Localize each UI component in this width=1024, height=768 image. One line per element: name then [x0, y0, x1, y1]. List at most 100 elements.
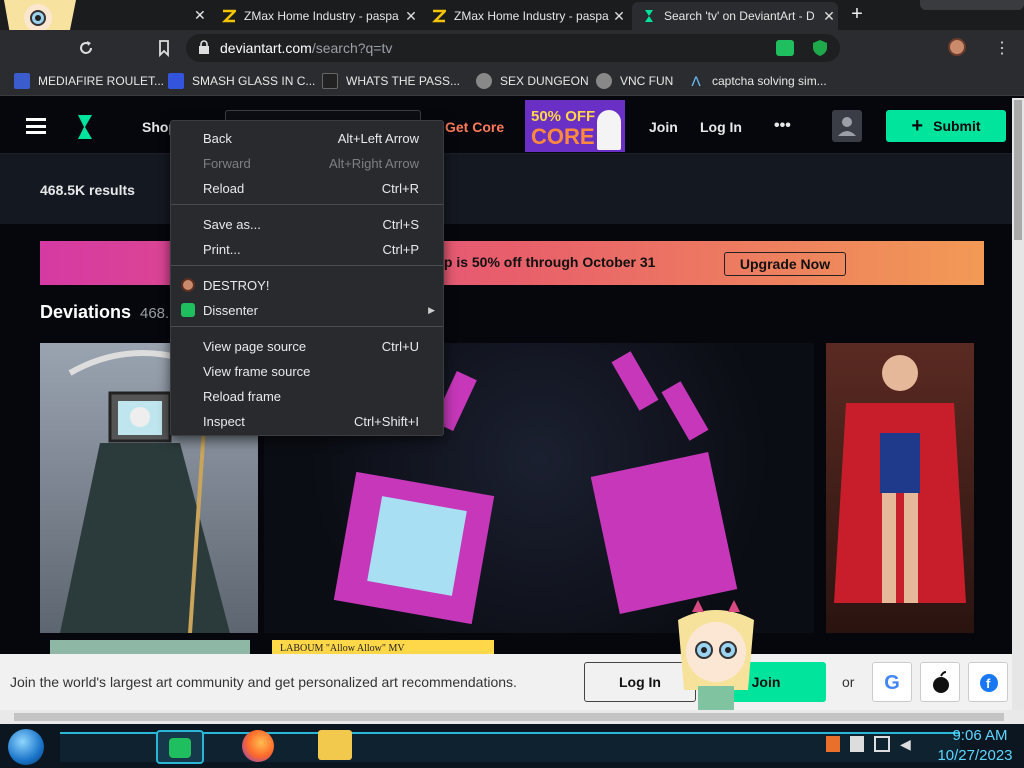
firefox-icon[interactable] [242, 730, 274, 762]
ghost-icon [322, 73, 338, 89]
address-bar[interactable]: deviantart.com /search?q=tv [186, 34, 840, 62]
flag-icon[interactable] [850, 736, 864, 752]
deviantart-logo-icon[interactable] [74, 114, 94, 140]
star-character-sticker [668, 600, 764, 722]
menu-icon[interactable]: ⋮ [994, 38, 1010, 57]
menu-item-save-as[interactable]: Save as... Ctrl+S [171, 212, 443, 236]
network-icon[interactable] [874, 736, 890, 752]
start-button-icon[interactable] [8, 729, 44, 765]
apple-login-icon[interactable] [920, 662, 960, 702]
bookmark-label: SMASH GLASS IN C... [192, 74, 316, 88]
bookmark-captcha[interactable]: Λ captcha solving sim... [688, 72, 827, 90]
thumbnail-wonder-woman[interactable] [826, 343, 974, 633]
dissenter-icon[interactable] [776, 40, 794, 56]
bookmark-icon[interactable] [154, 38, 174, 58]
menu-item-back[interactable]: Back Alt+Left Arrow [171, 126, 443, 150]
google-login-icon[interactable]: G [872, 662, 912, 702]
context-menu: Back Alt+Left Arrow Forward Alt+Right Ar… [170, 120, 444, 436]
zmax-icon [168, 73, 184, 89]
bookmark-vnc-fun[interactable]: VNC FUN [596, 72, 673, 90]
close-icon[interactable]: ✕ [820, 8, 838, 25]
url-domain: deviantart.com [220, 40, 312, 56]
menu-item-reload[interactable]: Reload Ctrl+R [171, 176, 443, 200]
bookmark-smash-glass[interactable]: SMASH GLASS IN C... [168, 72, 315, 90]
close-icon[interactable]: ✕ [402, 8, 420, 25]
volume-icon[interactable]: ◀ [900, 736, 914, 752]
menu-divider [171, 265, 443, 266]
menu-item-forward[interactable]: Forward Alt+Right Arrow [171, 151, 443, 175]
menu-shortcut: Ctrl+P [382, 241, 419, 257]
menu-label: Forward [203, 155, 251, 171]
join-link[interactable]: Join [649, 119, 678, 135]
menu-label: Inspect [203, 413, 245, 429]
get-core-link[interactable]: Get Core [445, 119, 504, 135]
more-icon[interactable]: ••• [774, 117, 791, 135]
join-banner-text: Join the world's largest art community a… [10, 674, 517, 690]
clock-time[interactable]: 9:06 AM [942, 727, 1018, 744]
menu-item-reload-frame[interactable]: Reload frame [171, 384, 443, 408]
shield-icon[interactable] [812, 39, 828, 57]
tab-title: ZMax Home Industry - paspa [244, 9, 399, 23]
tray-icons: ◀ [826, 736, 926, 756]
menu-shortcut: Ctrl+Shift+I [353, 413, 419, 429]
menu-shortcut: Alt+Right Arrow [329, 155, 419, 171]
menu-divider [171, 326, 443, 327]
lock-icon [198, 39, 210, 57]
tab-deviantart[interactable]: Search 'tv' on DeviantArt - D ✕ [632, 2, 838, 30]
file-explorer-icon[interactable] [318, 730, 352, 760]
close-icon[interactable]: ✕ [194, 7, 208, 24]
tab-title: ZMax Home Industry - paspa [454, 9, 609, 23]
flag-icon[interactable] [826, 736, 840, 752]
menu-shortcut: Alt+Left Arrow [337, 130, 419, 146]
bookmark-whats-the-pass[interactable]: WHATS THE PASS... [322, 72, 460, 90]
horizontal-scrollbar[interactable] [0, 710, 1024, 724]
dissenter-icon [181, 303, 195, 317]
menu-item-view-frame-source[interactable]: View frame source [171, 359, 443, 383]
hamburger-icon[interactable] [26, 118, 46, 134]
tab-strip: ✕ ZMax Home Industry - paspa ✕ ZMax Home… [0, 0, 1024, 48]
mediafire-icon [14, 73, 30, 89]
new-tab-button[interactable]: + [846, 4, 868, 26]
tab-zmax-2[interactable]: ZMax Home Industry - paspa ✕ [422, 2, 628, 30]
spider-icon [476, 73, 492, 89]
window-controls [920, 0, 1024, 10]
menu-label: View page source [203, 338, 307, 354]
results-count: 468.5K results [40, 182, 135, 198]
user-icon[interactable] [832, 110, 862, 142]
upgrade-now-button[interactable]: Upgrade Now [724, 252, 846, 276]
menu-label: Reload [203, 180, 245, 196]
deviantart-favicon [642, 9, 656, 23]
zmax-favicon [221, 9, 239, 23]
login-link[interactable]: Log In [700, 119, 742, 135]
tab-zmax-1[interactable]: ✕ ZMax Home Industry - paspa ✕ [194, 2, 420, 30]
menu-shortcut: Ctrl+R [381, 180, 419, 196]
reload-icon[interactable] [76, 38, 96, 58]
core-badge[interactable]: 50% OFF CORE [525, 100, 625, 152]
facebook-login-icon[interactable]: f [968, 662, 1008, 702]
menu-item-print[interactable]: Print... Ctrl+P [171, 237, 443, 261]
menu-shortcut: Ctrl+S [382, 216, 419, 232]
menu-item-view-page-source[interactable]: View page source Ctrl+U [171, 334, 443, 358]
dissenter-taskbar-icon[interactable] [156, 730, 204, 764]
menu-label: Reload frame [203, 388, 282, 404]
bookmark-label: captcha solving sim... [712, 74, 827, 88]
close-icon[interactable]: ✕ [610, 8, 628, 25]
core-badge-line2: CORE [531, 124, 595, 149]
vertical-scrollbar[interactable] [1012, 98, 1024, 710]
menu-label: Back [203, 130, 232, 146]
bookmark-sex-dungeon[interactable]: SEX DUNGEON [476, 72, 589, 90]
clock-date[interactable]: 10/27/2023 [932, 747, 1018, 764]
submit-button[interactable]: + Submit [886, 110, 1006, 142]
menu-item-inspect[interactable]: Inspect Ctrl+Shift+I [171, 409, 443, 433]
deviations-title: Deviations [40, 302, 132, 322]
taskbar: ◀ 9:06 AM 10/27/2023 [0, 724, 1024, 768]
bookmark-label: SEX DUNGEON [500, 74, 589, 88]
menu-label: Dissenter [203, 302, 258, 318]
menu-item-dissenter[interactable]: Dissenter ▶ [171, 298, 443, 322]
profile-avatar-icon[interactable] [948, 38, 966, 56]
bookmark-mediafire[interactable]: MEDIAFIRE ROULET... [14, 72, 164, 90]
menu-item-destroy[interactable]: DESTROY! [171, 273, 443, 297]
bookmark-label: VNC FUN [620, 74, 674, 88]
thumbnail-caption: LABOUM "Allow Allow" MV [280, 643, 405, 654]
bookmark-label: WHATS THE PASS... [346, 74, 461, 88]
